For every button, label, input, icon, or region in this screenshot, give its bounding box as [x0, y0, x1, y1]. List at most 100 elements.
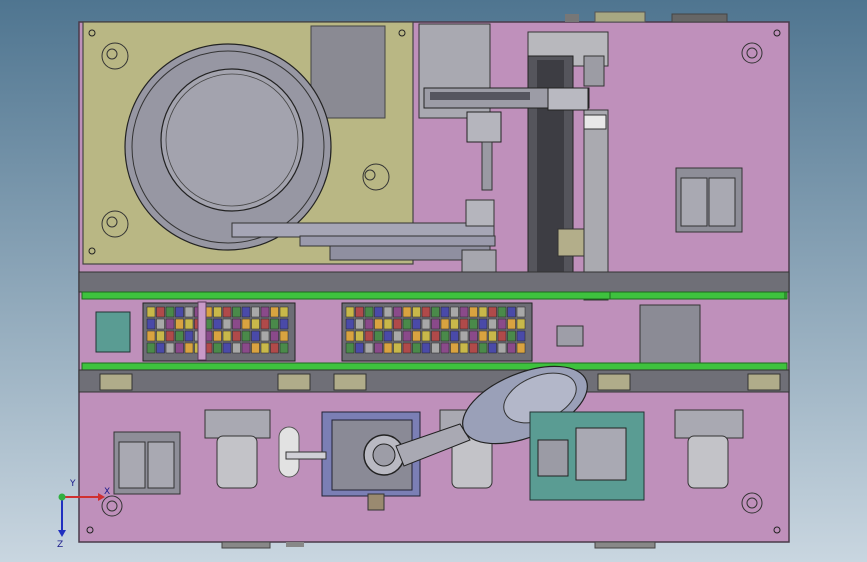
tray-cell [497, 318, 507, 330]
controller-board-chip-b [537, 439, 569, 477]
tray-cell [232, 342, 241, 354]
tray-cell [393, 342, 402, 354]
tray-cell [241, 330, 251, 342]
tray-cell [497, 342, 507, 354]
tray-cell [402, 342, 412, 354]
lower-conveyor[interactable] [78, 362, 790, 393]
guide-post-a [197, 301, 207, 361]
tray-cell [213, 306, 222, 318]
tray-cell [222, 318, 232, 330]
tray-cell [355, 318, 364, 330]
gantry-axis[interactable] [527, 31, 609, 301]
tray-cell [393, 318, 402, 330]
fixture-bottom-left[interactable] [113, 431, 181, 495]
gantry-motor-end [583, 55, 605, 87]
feeder-chute-2 [299, 235, 496, 247]
tray-cell [488, 342, 497, 354]
tray-cell [516, 342, 526, 354]
tray-cell [507, 306, 516, 318]
tray-cell [469, 318, 478, 330]
tray-cell [251, 330, 260, 342]
lower-green-belt [81, 362, 788, 371]
tray-cell [146, 306, 156, 318]
cad-viewport[interactable]: X Y Z [0, 0, 867, 562]
tray-cell [184, 318, 194, 330]
tray-cell [431, 318, 440, 330]
tray-cell [507, 330, 516, 342]
tray-cell [364, 342, 374, 354]
tray-cell [251, 306, 260, 318]
tray-cell [260, 306, 270, 318]
tray-cell [156, 342, 165, 354]
tray-cell [488, 306, 497, 318]
tray-cell [488, 318, 497, 330]
tray-cell [507, 342, 516, 354]
tray-cell [402, 330, 412, 342]
tray-cell [402, 306, 412, 318]
tray-cell [516, 330, 526, 342]
gripper-lower [465, 199, 495, 227]
right-stopper[interactable] [639, 304, 701, 364]
tray-cell [412, 318, 421, 330]
tray-cell [459, 318, 469, 330]
cross-beam-block [547, 87, 589, 111]
tray-cell [383, 318, 393, 330]
tray-cell [364, 318, 374, 330]
feeder-chute [231, 222, 495, 238]
tray-cell [440, 342, 450, 354]
tray-cell [459, 330, 469, 342]
tray-cell [184, 330, 194, 342]
motor-left-can [216, 435, 258, 489]
tray-cell [402, 318, 412, 330]
tray-cell [279, 330, 289, 342]
lower-clamp-2 [277, 373, 311, 391]
tray-cell [232, 306, 241, 318]
tray-cell [421, 342, 431, 354]
controller-board[interactable] [529, 411, 645, 501]
tray-cell [383, 330, 393, 342]
tray-cell [469, 342, 478, 354]
upper-conveyor[interactable] [78, 271, 790, 300]
tray-cell [270, 306, 279, 318]
tray-cell [450, 306, 459, 318]
tray-cell [507, 318, 516, 330]
lower-clamp-4 [597, 373, 631, 391]
fixture-top-right[interactable] [675, 167, 743, 233]
tray-cell [488, 330, 497, 342]
assembly-drawing[interactable]: X Y Z [0, 0, 867, 562]
tray-cell [175, 306, 184, 318]
gripper-head [466, 111, 502, 143]
tray-cell [222, 342, 232, 354]
tray-cell [241, 318, 251, 330]
tray-cell [393, 306, 402, 318]
tray-cell [241, 342, 251, 354]
fixture-bottom-left-jaw-b [147, 441, 175, 489]
tray-cell [345, 330, 355, 342]
tray-cell [450, 330, 459, 342]
tray-cell [355, 330, 364, 342]
bottom-tab-right [594, 541, 656, 549]
tray-cell [374, 318, 383, 330]
motor-right-bracket [674, 409, 744, 439]
tray-cell [497, 330, 507, 342]
tray-cell [393, 330, 402, 342]
tray-cell [156, 306, 165, 318]
tray-cell [516, 318, 526, 330]
tray-cell [383, 342, 393, 354]
tray-cell [345, 342, 355, 354]
tray-cell [374, 330, 383, 342]
tray-cell [279, 342, 289, 354]
lower-clamp-5 [747, 373, 781, 391]
top-tab-mid [594, 11, 646, 23]
tray-cell [431, 330, 440, 342]
gripper-stem [481, 141, 493, 191]
triad-z-label: Z [57, 540, 63, 550]
teal-module[interactable] [95, 311, 131, 353]
robot-joint-inner [372, 443, 396, 467]
tray-cell [165, 306, 175, 318]
tray-cell [165, 318, 175, 330]
tray-cell [175, 330, 184, 342]
tray-cell [459, 306, 469, 318]
tray-cell [345, 318, 355, 330]
tray-cell [497, 306, 507, 318]
